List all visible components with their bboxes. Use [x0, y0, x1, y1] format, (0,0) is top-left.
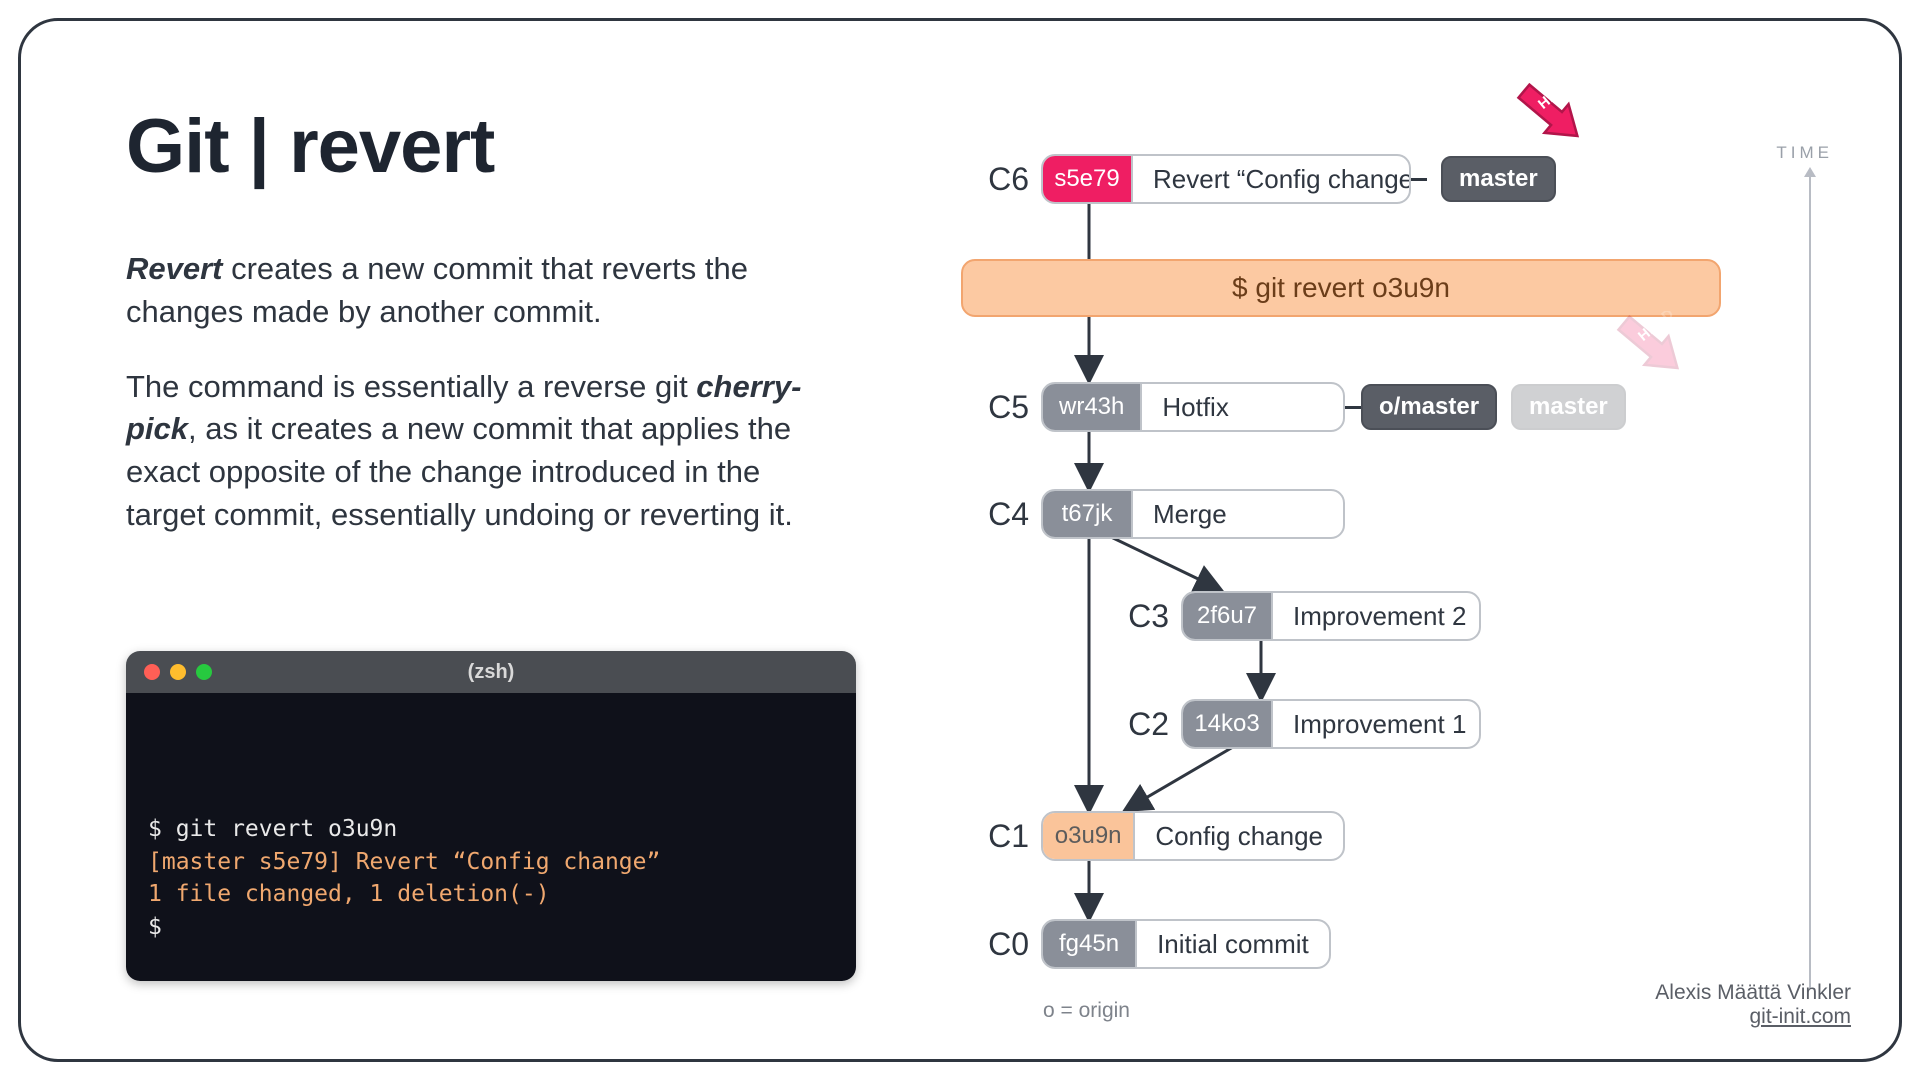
paragraph-1: Revert creates a new commit that reverts… [126, 248, 766, 334]
commit-pill-c1: o3u9n Config change [1041, 811, 1345, 861]
commit-msg-c1: Config change [1135, 821, 1343, 852]
terminal-titlebar: (zsh) [126, 651, 856, 693]
p1-lead: Revert [126, 251, 223, 286]
tag-o-master: o/master [1361, 384, 1497, 430]
terminal-title: (zsh) [126, 661, 856, 684]
head-pointer-icon: HEAD [1506, 79, 1594, 147]
author-site: git-init.com [1655, 1005, 1851, 1029]
title-left: Git [126, 104, 229, 189]
commit-num-c6: C6 [961, 161, 1029, 198]
head-pointer-ghost-icon: HEAD [1606, 311, 1694, 379]
p2-a: The command is essentially a reverse git [126, 369, 696, 404]
commit-row-c3: C3 2f6u7 Improvement 2 [1111, 591, 1481, 641]
commit-pill-c4: t67jk Merge [1041, 489, 1345, 539]
link-line [1411, 178, 1427, 181]
paragraph-2: The command is essentially a reverse git… [126, 366, 806, 537]
command-text: $ git revert o3u9n [1232, 272, 1450, 304]
commit-msg-c6: Revert “Config change” [1133, 164, 1411, 195]
commit-num-c2: C2 [1111, 706, 1169, 743]
term-line-2: [master s5e79] Revert “Config change” [148, 846, 834, 879]
commit-num-c5: C5 [961, 389, 1029, 426]
commit-num-c0: C0 [961, 926, 1029, 963]
title-sep: | [249, 104, 269, 189]
origin-legend: o = origin [1043, 999, 1130, 1023]
commit-pill-c5: wr43h Hotfix [1041, 382, 1345, 432]
commit-row-c0: C0 fg45n Initial commit [961, 919, 1831, 969]
commit-row-c1: C1 o3u9n Config change [961, 811, 1831, 861]
commit-num-c4: C4 [961, 496, 1029, 533]
tag-master: master [1441, 156, 1556, 202]
left-column: Git | revert Revert creates a new commit… [126, 103, 866, 537]
term-line-3: 1 file changed, 1 deletion(-) [148, 878, 834, 911]
commit-row-c5: C5 wr43h Hotfix o/master master [961, 382, 1831, 432]
commit-msg-c0: Initial commit [1137, 929, 1329, 960]
terminal-body: $ git revert o3u9n [master s5e79] Revert… [126, 693, 856, 981]
terminal-window: (zsh) $ git revert o3u9n [master s5e79] … [126, 651, 856, 981]
commit-pill-c0: fg45n Initial commit [1041, 919, 1331, 969]
command-bar: $ git revert o3u9n [961, 259, 1721, 317]
link-line [1345, 406, 1361, 409]
commit-msg-c4: Merge [1133, 499, 1247, 530]
commit-num-c3: C3 [1111, 598, 1169, 635]
title-right: revert [289, 104, 494, 189]
slide-frame: Git | revert Revert creates a new commit… [18, 18, 1902, 1062]
commit-hash-c1: o3u9n [1043, 813, 1135, 859]
commit-num-c1: C1 [961, 818, 1029, 855]
commit-pill-c6: s5e79 Revert “Config change” [1041, 154, 1411, 204]
commit-row-c2: C2 14ko3 Improvement 1 [1111, 699, 1481, 749]
slide-title: Git | revert [126, 103, 866, 190]
term-line-4: $ [148, 911, 834, 944]
commit-hash-c0: fg45n [1043, 921, 1137, 967]
tag-master-ghost: master [1511, 384, 1626, 430]
commit-pill-c3: 2f6u7 Improvement 2 [1181, 591, 1481, 641]
commit-msg-c3: Improvement 2 [1273, 601, 1481, 632]
commit-msg-c5: Hotfix [1142, 392, 1248, 423]
commit-msg-c2: Improvement 1 [1273, 709, 1481, 740]
author-name: Alexis Määttä Vinkler [1655, 981, 1851, 1005]
commit-hash-c6: s5e79 [1043, 156, 1133, 202]
commit-pill-c2: 14ko3 Improvement 1 [1181, 699, 1481, 749]
p2-c: , as it creates a new commit that applie… [126, 411, 793, 532]
commit-hash-c5: wr43h [1043, 384, 1142, 430]
commit-hash-c4: t67jk [1043, 491, 1133, 537]
term-line-1: $ git revert o3u9n [148, 813, 834, 846]
commit-row-c4: C4 t67jk Merge [961, 489, 1831, 539]
credits: Alexis Määttä Vinkler git-init.com [1655, 981, 1851, 1029]
commit-hash-c2: 14ko3 [1183, 701, 1273, 747]
commit-graph: TIME C6 [961, 129, 1831, 1009]
commit-hash-c3: 2f6u7 [1183, 593, 1273, 639]
commit-row-c6: C6 s5e79 Revert “Config change” master [961, 154, 1831, 204]
